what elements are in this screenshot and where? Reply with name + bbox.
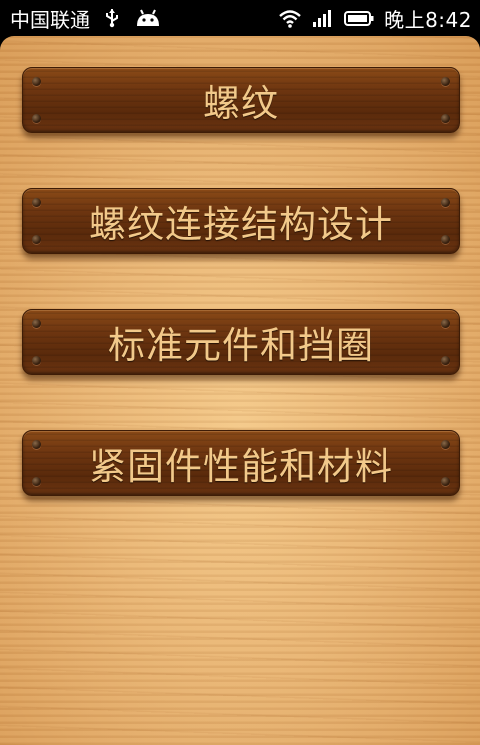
menu-button-label: 紧固件性能和材料 (89, 445, 393, 488)
menu-button-label: 螺纹连接结构设计 (89, 203, 393, 246)
menu-button-label: 螺纹 (203, 82, 279, 125)
app-screen: 中国联通 晚上8:42 螺纹 螺纹连接结构设计 标准元件和挡圈 紧固件性能和材料 (0, 0, 480, 745)
menu-button-standard-parts[interactable]: 标准元件和挡圈 (22, 309, 460, 375)
wifi-icon (278, 8, 302, 28)
signal-icon (312, 8, 334, 28)
battery-icon (344, 8, 374, 28)
menu-button-label: 标准元件和挡圈 (108, 324, 374, 367)
menu-button-thread-connection-design[interactable]: 螺纹连接结构设计 (22, 188, 460, 254)
wood-background: 螺纹 螺纹连接结构设计 标准元件和挡圈 紧固件性能和材料 (0, 36, 480, 745)
menu-button-thread[interactable]: 螺纹 (22, 67, 460, 133)
clock: 晚上8:42 (384, 7, 472, 32)
android-icon (134, 8, 162, 28)
menu-button-fastener-materials[interactable]: 紧固件性能和材料 (22, 430, 460, 496)
status-bar: 中国联通 晚上8:42 (0, 0, 480, 36)
carrier-name: 中国联通 (10, 7, 90, 32)
usb-icon (104, 8, 120, 28)
